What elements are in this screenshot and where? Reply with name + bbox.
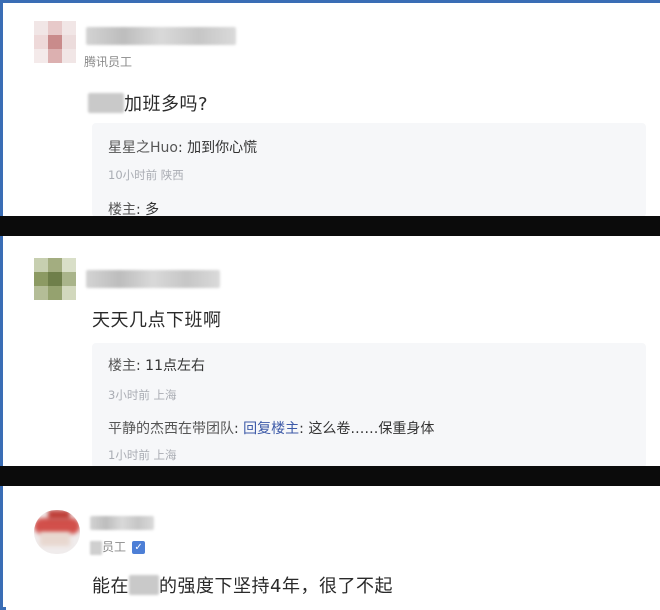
username-blurred[interactable] xyxy=(90,516,154,530)
reply-meta: 10小时前 陕西 xyxy=(108,168,184,182)
redacted-text xyxy=(90,540,102,555)
comment-post: 腾讯员工 加班多吗? 星星之Huo: 加到你心慌 10小时前 陕西 楼主: 多 xyxy=(6,3,660,218)
redacted-text xyxy=(129,575,159,595)
redacted-text xyxy=(88,93,124,113)
divider xyxy=(0,466,660,486)
screenshot-frame: 腾讯员工 加班多吗? 星星之Huo: 加到你心慌 10小时前 陕西 楼主: 多 xyxy=(0,0,660,610)
username-blurred[interactable] xyxy=(86,27,236,45)
verified-badge-icon: ✓ xyxy=(132,541,146,554)
reply-to-link[interactable]: 回复楼主 xyxy=(243,421,299,437)
reply-thread: 星星之Huo: 加到你心慌 10小时前 陕西 楼主: 多 xyxy=(92,123,646,218)
comment-post: 员工 ✓ 能在 的强度下坚持4年，很了不起 xyxy=(6,486,660,610)
user-title: 员工 ✓ xyxy=(90,538,146,555)
avatar[interactable] xyxy=(34,258,76,300)
reply-item[interactable]: 平静的杰西在带团队: 回复楼主: 这么卷……保重身体 xyxy=(108,418,434,438)
comment-text: 能在 的强度下坚持4年，很了不起 xyxy=(92,575,393,597)
comment-post: 天天几点下班啊 楼主: 11点左右 3小时前 上海 平静的杰西在带团队: 回复楼… xyxy=(6,236,660,468)
avatar[interactable] xyxy=(34,21,76,63)
reply-thread: 楼主: 11点左右 3小时前 上海 平静的杰西在带团队: 回复楼主: 这么卷……… xyxy=(92,343,646,468)
comment-text: 天天几点下班啊 xyxy=(92,310,222,331)
comment-text: 加班多吗? xyxy=(88,90,208,116)
avatar[interactable] xyxy=(34,510,80,554)
reply-item[interactable]: 星星之Huo: 加到你心慌 xyxy=(108,137,257,157)
reply-item[interactable]: 楼主: 11点左右 xyxy=(108,355,205,375)
reply-meta: 3小时前 上海 xyxy=(108,388,177,402)
user-title: 腾讯员工 xyxy=(84,55,133,69)
divider xyxy=(0,216,660,236)
reply-meta: 1小时前 上海 xyxy=(108,448,177,462)
username-blurred[interactable] xyxy=(86,270,220,288)
